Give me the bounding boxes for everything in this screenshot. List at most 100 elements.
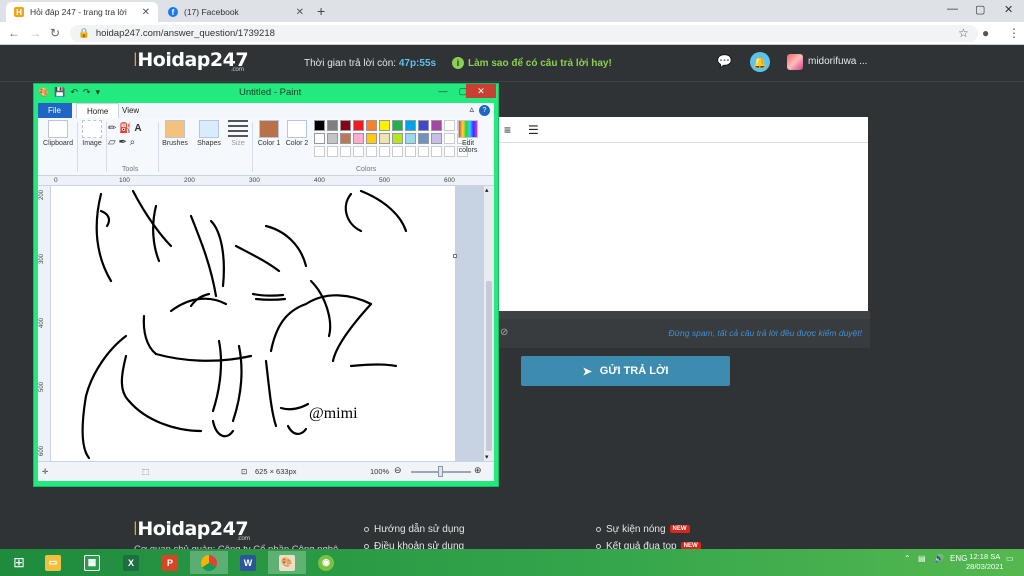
palette-swatch-empty[interactable]: [340, 146, 351, 157]
profile-icon[interactable]: ●: [982, 26, 989, 40]
tab-file[interactable]: File: [38, 103, 72, 118]
image-button[interactable]: Image: [80, 120, 104, 147]
site-logo[interactable]: HHoidap247 .com: [133, 49, 249, 73]
palette-swatch[interactable]: [392, 133, 403, 144]
palette-swatch[interactable]: [431, 120, 442, 131]
palette-swatch[interactable]: [327, 120, 338, 131]
palette-swatch[interactable]: [379, 133, 390, 144]
username[interactable]: midorifuwa ...: [808, 56, 867, 67]
url-field[interactable]: 🔒 hoidap247.com/answer_question/1739218: [70, 25, 978, 42]
paint-app-icon[interactable]: 🎨: [38, 87, 49, 98]
palette-swatch[interactable]: [392, 120, 403, 131]
palette-swatch-empty[interactable]: [379, 146, 390, 157]
palette-swatch[interactable]: [418, 120, 429, 131]
taskbar-excel[interactable]: X: [112, 551, 150, 574]
close-window-icon[interactable]: ✕: [1004, 3, 1013, 16]
zoom-slider-knob[interactable]: [438, 466, 443, 477]
palette-swatch[interactable]: [314, 120, 325, 131]
scrollbar-thumb[interactable]: [486, 281, 492, 451]
tab-hoidap[interactable]: H Hỏi đáp 247 - trang tra lời ✕: [6, 2, 158, 22]
color-picker-icon[interactable]: ✒: [118, 137, 126, 148]
volume-icon[interactable]: 🔊: [934, 554, 944, 563]
paint-close-icon[interactable]: ✕: [466, 84, 496, 98]
palette-swatch-empty[interactable]: [392, 146, 403, 157]
palette-swatch[interactable]: [366, 120, 377, 131]
canvas-vertical-scrollbar[interactable]: ▴ ▾: [484, 186, 494, 461]
notification-center-icon[interactable]: ▭: [1006, 554, 1014, 563]
submit-answer-button[interactable]: ➤ GỬI TRẢ LỜI: [521, 356, 730, 386]
palette-swatch[interactable]: [431, 133, 442, 144]
fill-icon[interactable]: ⛽: [119, 123, 131, 134]
brushes-button[interactable]: Brushes: [160, 120, 190, 147]
back-icon[interactable]: ←: [8, 26, 20, 40]
zoom-out-icon[interactable]: ⊖: [394, 465, 402, 476]
answer-tip-link[interactable]: i Làm sao để có câu trả lời hay!: [452, 57, 612, 69]
palette-swatch-empty[interactable]: [405, 146, 416, 157]
chat-icon[interactable]: 💬: [717, 54, 732, 68]
new-tab-icon[interactable]: +: [317, 3, 325, 19]
palette-swatch[interactable]: [353, 133, 364, 144]
undo-icon[interactable]: ↶: [70, 87, 78, 98]
edit-colors-button[interactable]: Edit colors: [452, 120, 484, 154]
align-right-icon[interactable]: ≡: [504, 123, 511, 137]
palette-swatch[interactable]: [366, 133, 377, 144]
size-button[interactable]: Size: [226, 120, 250, 147]
eraser-icon[interactable]: ▱: [108, 137, 116, 148]
tab-facebook[interactable]: f (17) Facebook ✕: [160, 2, 312, 22]
taskbar-chrome[interactable]: [190, 551, 228, 574]
palette-swatch[interactable]: [353, 120, 364, 131]
palette-swatch-empty[interactable]: [418, 146, 429, 157]
tray-overflow-icon[interactable]: ⌃: [904, 554, 911, 563]
close-tab-icon[interactable]: ✕: [142, 7, 150, 18]
menu-kebab-icon[interactable]: ⋮: [1008, 26, 1020, 40]
footer-link-events[interactable]: Sự kiện nóng NEW: [596, 524, 690, 535]
system-clock[interactable]: 12:18 SA 28/03/2021: [966, 552, 1004, 572]
notification-bell[interactable]: 🔔: [750, 52, 770, 72]
shapes-button[interactable]: Shapes: [194, 120, 224, 147]
palette-swatch[interactable]: [405, 133, 416, 144]
save-icon[interactable]: 💾: [54, 87, 65, 98]
ribbon-collapse-icon[interactable]: ▵: [469, 104, 474, 115]
clipboard-button[interactable]: Clipboard: [41, 120, 75, 147]
palette-swatch-empty[interactable]: [314, 146, 325, 157]
language-indicator[interactable]: ENG: [950, 554, 967, 563]
palette-swatch[interactable]: [379, 120, 390, 131]
forward-icon[interactable]: →: [29, 26, 41, 40]
taskbar-coccoc-alt[interactable]: ▦: [73, 551, 111, 574]
reload-icon[interactable]: ↻: [50, 26, 60, 40]
text-tool-icon[interactable]: A: [134, 123, 141, 134]
scroll-down-icon[interactable]: ▾: [485, 453, 489, 461]
magnifier-icon[interactable]: ⌕: [130, 137, 136, 148]
palette-swatch-empty[interactable]: [327, 146, 338, 157]
redo-icon[interactable]: ↷: [83, 87, 91, 98]
attach-icon[interactable]: ⊘: [500, 327, 508, 338]
color1-button[interactable]: Color 1: [256, 120, 282, 147]
drawing-canvas[interactable]: @mimi: [51, 186, 455, 461]
palette-swatch[interactable]: [418, 133, 429, 144]
taskbar-paint[interactable]: 🎨: [268, 551, 306, 574]
palette-swatch-empty[interactable]: [353, 146, 364, 157]
canvas-resize-handle[interactable]: [453, 254, 457, 258]
network-icon[interactable]: ▤: [918, 554, 926, 563]
answer-editor[interactable]: [498, 143, 868, 311]
avatar[interactable]: [787, 54, 803, 70]
bookmark-star-icon[interactable]: ☆: [958, 26, 969, 40]
paint-minimize-icon[interactable]: —: [434, 84, 452, 98]
palette-swatch[interactable]: [314, 133, 325, 144]
tab-view[interactable]: View: [112, 103, 149, 118]
pencil-icon[interactable]: ✏: [108, 123, 116, 134]
palette-swatch-empty[interactable]: [431, 146, 442, 157]
start-button[interactable]: ⊞: [0, 551, 38, 574]
qat-dropdown-icon[interactable]: ▾: [96, 87, 101, 98]
palette-swatch[interactable]: [327, 133, 338, 144]
taskbar-word[interactable]: W: [229, 551, 267, 574]
maximize-icon[interactable]: ▢: [975, 3, 985, 16]
taskbar-powerpoint[interactable]: P: [151, 551, 189, 574]
scroll-up-icon[interactable]: ▴: [485, 186, 489, 194]
zoom-in-icon[interactable]: ⊕: [474, 465, 482, 476]
align-justify-icon[interactable]: ☰: [528, 123, 539, 137]
footer-logo[interactable]: HHoidap247 .com: [133, 518, 250, 542]
minimize-icon[interactable]: —: [947, 3, 958, 15]
taskbar-coccoc[interactable]: ◉: [307, 551, 345, 574]
color2-button[interactable]: Color 2: [284, 120, 310, 147]
